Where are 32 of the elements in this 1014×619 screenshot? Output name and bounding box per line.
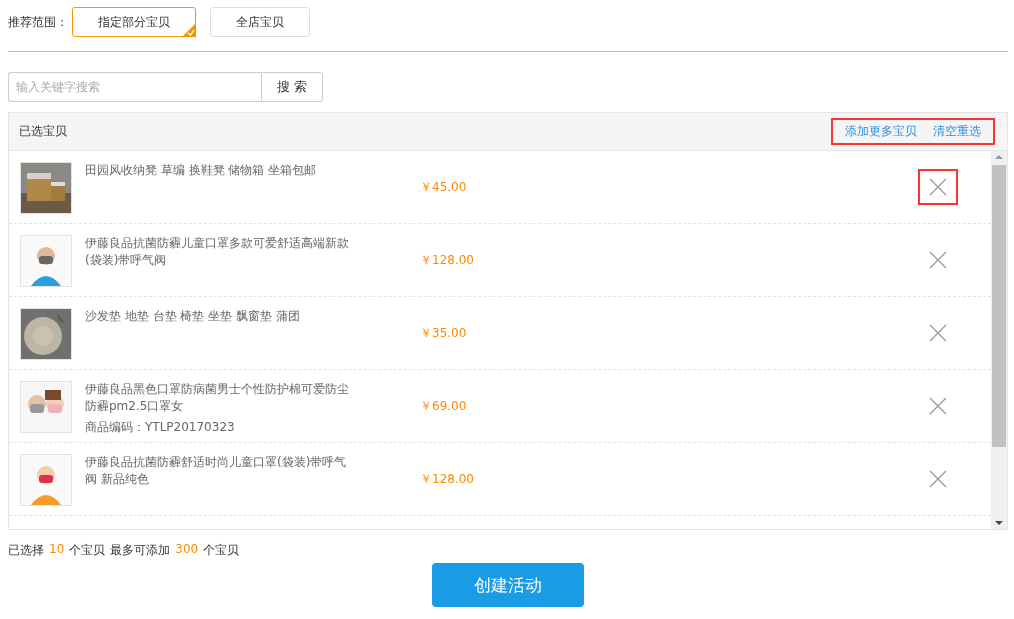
count-number: 300 bbox=[175, 542, 199, 558]
summary-text: 个宝贝 bbox=[203, 542, 240, 559]
product-price: ￥35.00 bbox=[420, 324, 468, 342]
scroll-thumb[interactable] bbox=[992, 165, 1006, 447]
product-price: ￥128.00 bbox=[420, 251, 475, 269]
close-icon bbox=[929, 324, 947, 342]
close-icon bbox=[929, 397, 947, 415]
check-icon bbox=[182, 23, 196, 37]
summary-text: 已选择 bbox=[8, 542, 44, 559]
summary-text: 最多可添加 bbox=[110, 542, 171, 559]
product-title: 田园风收纳凳 草编 换鞋凳 储物箱 坐箱包邮 bbox=[85, 162, 318, 179]
product-price: ￥128.00 bbox=[420, 470, 475, 488]
count-number: 10 bbox=[49, 542, 65, 558]
close-icon bbox=[929, 178, 947, 196]
product-price: ￥69.00 bbox=[420, 397, 468, 415]
search-button[interactable]: 搜 索 bbox=[261, 72, 323, 102]
scope-label: 推荐范围： bbox=[8, 13, 62, 31]
product-title: 伊藤良品抗菌防霾儿童口罩多款可爱舒适高端新款(袋装)带呼气阀 bbox=[85, 235, 350, 269]
product-price: ￥45.00 bbox=[420, 178, 468, 196]
remove-button[interactable] bbox=[918, 169, 958, 205]
panel-title: 已选宝贝 bbox=[19, 123, 67, 140]
scope-option[interactable]: 全店宝贝 bbox=[210, 7, 310, 37]
product-title: 伊藤良品抗菌防霾舒适时尚儿童口罩(袋装)带呼气阀 新品纯色 bbox=[85, 454, 348, 488]
scope-option[interactable]: 指定部分宝贝 bbox=[72, 7, 196, 37]
close-icon bbox=[929, 251, 947, 269]
search-field[interactable]: 输入关键字搜索 bbox=[8, 72, 261, 102]
scrollbar[interactable] bbox=[991, 151, 1007, 529]
product-title: 伊藤良品黑色口罩防病菌男士个性防护棉可爱防尘防霾pm2.5口罩女 bbox=[85, 381, 350, 415]
product-title: 沙发垫 地垫 台垫 椅垫 坐垫 飘窗垫 蒲团 bbox=[85, 308, 301, 325]
close-icon bbox=[929, 470, 947, 488]
summary-text: 个宝贝 bbox=[69, 542, 106, 559]
product-code: 商品编码：YTLP20170323 bbox=[85, 419, 236, 436]
